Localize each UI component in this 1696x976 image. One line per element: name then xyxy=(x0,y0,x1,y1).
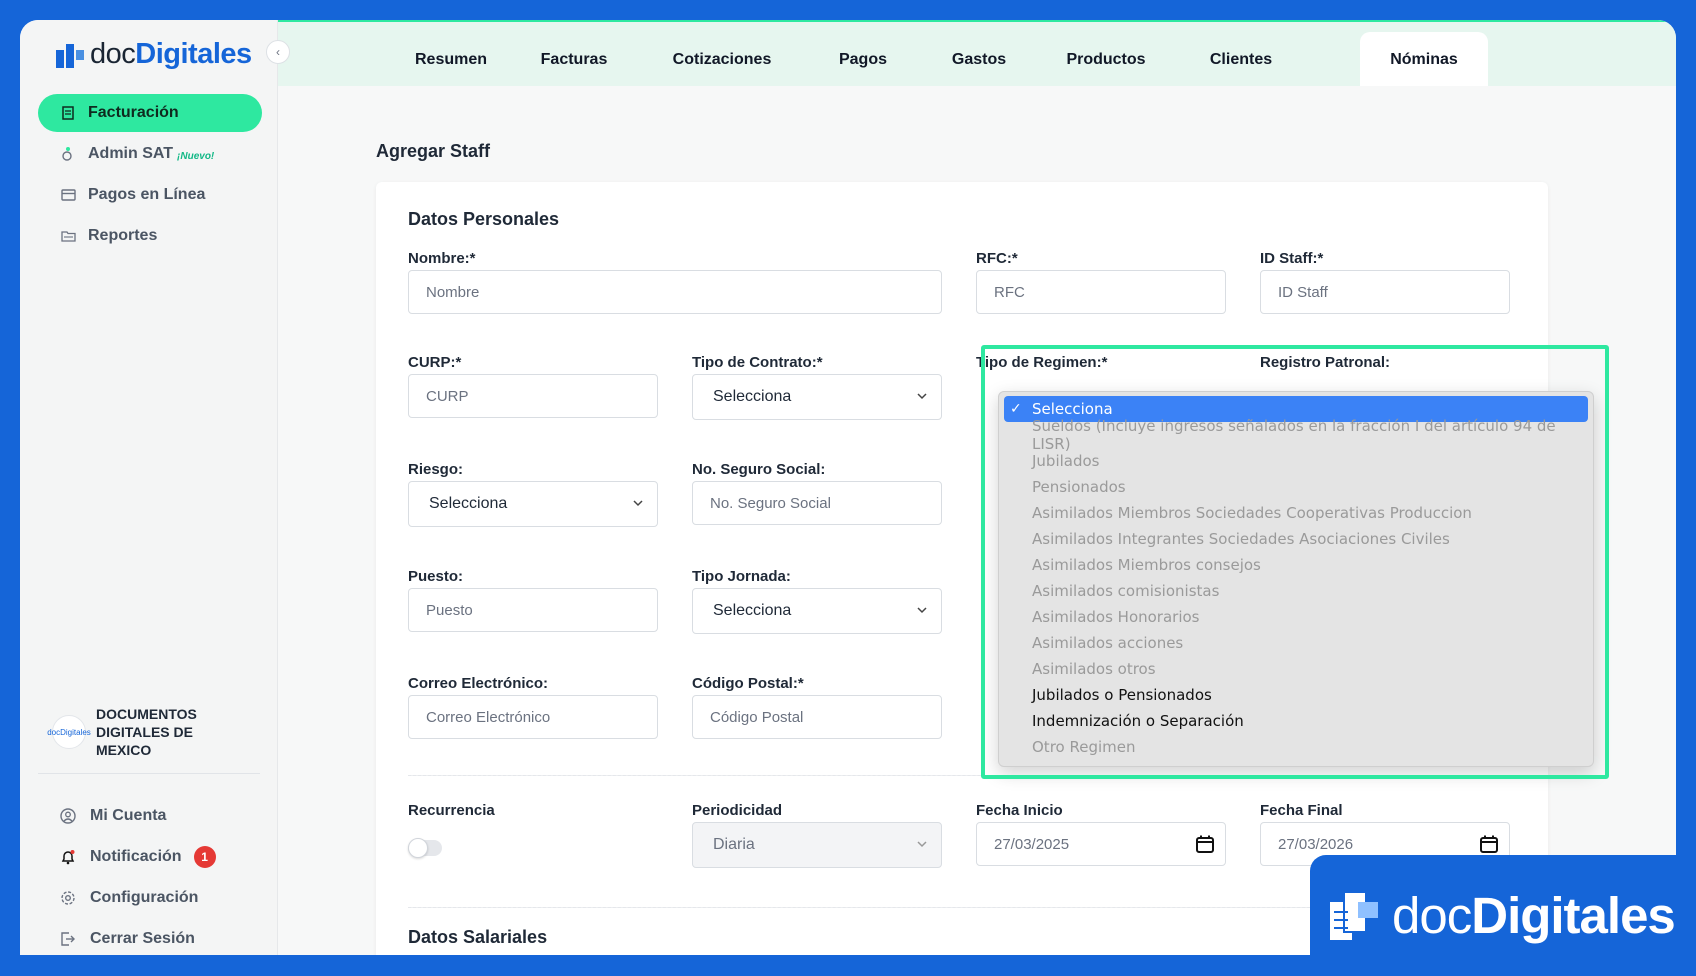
calendar-icon[interactable] xyxy=(1195,834,1215,854)
collapse-sidebar-button[interactable]: ‹ xyxy=(266,40,290,64)
tab-nominas[interactable]: Nóminas xyxy=(1360,32,1488,88)
company-switcher[interactable]: docDigitales DOCUMENTOS DIGITALES DE MEX… xyxy=(47,705,216,759)
nss-label: No. Seguro Social: xyxy=(692,461,826,478)
rfc-input[interactable]: RFC xyxy=(976,270,1226,314)
card-icon xyxy=(60,187,76,203)
logout-icon xyxy=(60,931,76,947)
tab-pagos[interactable]: Pagos xyxy=(818,32,908,88)
new-badge: ¡Nuevo! xyxy=(177,150,215,162)
page-title: Agregar Staff xyxy=(376,141,491,161)
app-window: docDigitales ‹ Facturación Admin SAT ¡Nu… xyxy=(20,20,1676,955)
watermark-text: docDigitales xyxy=(1392,887,1676,944)
docdigitales-logo-icon xyxy=(54,40,84,70)
nombre-input[interactable]: Nombre xyxy=(408,270,942,314)
sidebar-item-label: Reportes xyxy=(88,227,158,244)
tab-cotizaciones[interactable]: Cotizaciones xyxy=(652,32,792,88)
tipo-jornada-label: Tipo Jornada: xyxy=(692,568,791,585)
admin-sat-icon xyxy=(60,146,76,162)
highlight-box xyxy=(981,345,1609,779)
sidebar-item-label: Admin SAT xyxy=(88,145,174,162)
bell-icon xyxy=(60,849,76,865)
periodicidad-label: Periodicidad xyxy=(692,802,783,819)
sidebar-item-label: Pagos en Línea xyxy=(88,186,206,203)
receipt-icon xyxy=(60,105,76,121)
sidebar-item-reportes[interactable]: Reportes xyxy=(38,217,262,255)
brand-watermark: docDigitales xyxy=(1310,855,1696,976)
sidebar: docDigitales ‹ Facturación Admin SAT ¡Nu… xyxy=(20,20,290,955)
chevron-down-icon xyxy=(917,393,927,400)
sidebar-item-label: Facturación xyxy=(88,104,179,121)
riesgo-label: Riesgo: xyxy=(408,461,464,478)
docdigitales-logo-icon xyxy=(1330,890,1378,940)
sidebar-item-admin-sat[interactable]: Admin SAT ¡Nuevo! xyxy=(38,135,262,173)
sidebar-item-pagos-en-linea[interactable]: Pagos en Línea xyxy=(38,176,262,214)
sidebar-item-label: Mi Cuenta xyxy=(90,807,167,824)
company-name: DOCUMENTOS DIGITALES DE MEXICO xyxy=(96,706,197,758)
tab-clientes[interactable]: Clientes xyxy=(1186,32,1296,88)
top-tabs: Resumen Facturas Cotizaciones Pagos Gast… xyxy=(278,20,1676,88)
recurrencia-label: Recurrencia xyxy=(408,802,495,819)
puesto-label: Puesto: xyxy=(408,568,464,585)
tipo-jornada-select[interactable]: Selecciona xyxy=(692,588,942,634)
nombre-label: Nombre:* xyxy=(408,250,476,267)
chevron-down-icon xyxy=(633,500,643,507)
tab-productos[interactable]: Productos xyxy=(1046,32,1166,88)
chevron-down-icon xyxy=(917,607,927,614)
company-avatar: docDigitales xyxy=(47,715,91,749)
sidebar-item-label: Cerrar Sesión xyxy=(90,930,195,947)
id-staff-label: ID Staff:* xyxy=(1260,250,1324,267)
calendar-icon[interactable] xyxy=(1479,834,1499,854)
periodicidad-select[interactable]: Diaria xyxy=(692,822,942,868)
tipo-contrato-select[interactable]: Selecciona xyxy=(692,374,942,420)
brand-logo[interactable]: docDigitales xyxy=(54,38,252,71)
tab-gastos[interactable]: Gastos xyxy=(934,32,1024,88)
user-circle-icon xyxy=(60,808,76,824)
chevron-down-icon xyxy=(917,841,927,848)
sidebar-nav: Facturación Admin SAT ¡Nuevo! Pagos en L… xyxy=(38,94,262,258)
correo-label: Correo Electrónico: xyxy=(408,675,549,692)
personal-data-title: Datos Personales xyxy=(408,209,560,229)
puesto-input[interactable]: Puesto xyxy=(408,588,658,632)
folder-icon xyxy=(60,228,76,244)
tab-facturas[interactable]: Facturas xyxy=(524,32,624,88)
rfc-label: RFC:* xyxy=(976,250,1018,267)
correo-input[interactable]: Correo Electrónico xyxy=(408,695,658,739)
curp-label: CURP:* xyxy=(408,354,462,371)
sidebar-item-label: Notificación xyxy=(90,848,182,865)
fecha-final-label: Fecha Final xyxy=(1260,802,1343,819)
codigo-postal-input[interactable]: Código Postal xyxy=(692,695,942,739)
brand-name: docDigitales xyxy=(90,38,252,70)
tab-resumen[interactable]: Resumen xyxy=(406,32,496,88)
curp-input[interactable]: CURP xyxy=(408,374,658,418)
salary-data-title: Datos Salariales xyxy=(408,927,548,947)
nss-input[interactable]: No. Seguro Social xyxy=(692,481,942,525)
riesgo-select[interactable]: Selecciona xyxy=(408,481,658,527)
sidebar-item-configuracion[interactable]: Configuración xyxy=(60,878,216,918)
fecha-inicio-input[interactable]: 27/03/2025 xyxy=(976,822,1226,866)
tipo-contrato-label: Tipo de Contrato:* xyxy=(692,354,823,371)
sidebar-item-facturacion[interactable]: Facturación xyxy=(38,94,262,132)
divider xyxy=(38,773,260,774)
sidebar-item-mi-cuenta[interactable]: Mi Cuenta xyxy=(60,796,216,836)
recurrencia-toggle[interactable] xyxy=(408,838,442,858)
codigo-postal-label: Código Postal:* xyxy=(692,675,804,692)
fecha-inicio-label: Fecha Inicio xyxy=(976,802,1063,819)
account-nav: Mi Cuenta Notificación 1 Configuración C… xyxy=(60,796,216,955)
id-staff-input[interactable]: ID Staff xyxy=(1260,270,1510,314)
sidebar-item-cerrar-sesion[interactable]: Cerrar Sesión xyxy=(60,919,216,955)
sidebar-item-notificacion[interactable]: Notificación 1 xyxy=(60,837,216,877)
notification-count-badge: 1 xyxy=(193,846,216,868)
gear-icon xyxy=(60,890,76,906)
chevron-left-icon: ‹ xyxy=(276,45,280,59)
sidebar-item-label: Configuración xyxy=(90,889,199,906)
